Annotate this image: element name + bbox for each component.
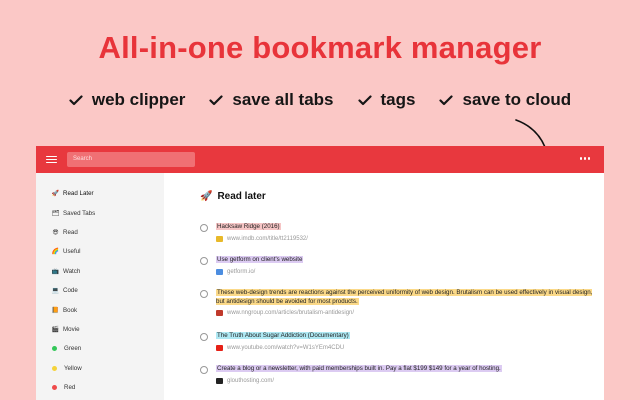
bookmark-url: glouthosting.com/ <box>227 377 275 384</box>
sidebar-item-label: Saved Tabs <box>63 209 96 217</box>
color-dot-icon <box>52 385 57 391</box>
search-input[interactable]: Search <box>67 152 195 167</box>
sidebar-item-label: Read Later <box>63 190 94 198</box>
bookmark-title[interactable]: The Truth About Sugar Addiction (Documen… <box>216 332 350 339</box>
sidebar-item-saved-tabs[interactable]: 🗂 Saved Tabs <box>36 203 164 222</box>
feature-label: tags <box>380 90 416 109</box>
app-window: Search 🚀 Read Later 🗂 Saved Tabs 😎 Read 🌈 Usefu… <box>36 146 604 400</box>
sidebar-item-movie[interactable]: 🎬 Movie <box>36 320 164 339</box>
favicon-icon <box>216 235 223 242</box>
sidebar-item-red[interactable]: Red <box>36 378 164 397</box>
color-dot-icon <box>52 365 57 371</box>
bookmark-item[interactable]: The Truth About Sugar Addiction (Documen… <box>200 332 595 351</box>
collection-icon: 🌈 <box>51 249 60 256</box>
collection-icon: 📺 <box>51 268 60 275</box>
collection-icon: 🚀 <box>51 191 60 198</box>
rocket-icon: 🚀 <box>200 191 213 202</box>
feature-item: web clipper <box>69 90 186 110</box>
checkmark-icon <box>357 94 372 105</box>
collection-icon: 🎬 <box>51 326 60 333</box>
collection-icon: 🗂 <box>51 210 60 217</box>
bookmark-title[interactable]: Hacksaw Ridge (2016) <box>216 223 281 230</box>
sidebar: 🚀 Read Later 🗂 Saved Tabs 😎 Read 🌈 Useful 📺 Watch… <box>36 173 164 400</box>
page-title: 🚀 Read later <box>200 191 266 202</box>
favicon-icon <box>216 268 223 275</box>
bookmark-title[interactable]: Create a blog or a newsletter, with paid… <box>216 365 502 372</box>
sidebar-item-label: Movie <box>63 325 80 333</box>
feature-item: tags <box>357 90 416 110</box>
sidebar-item-label: Code <box>63 287 78 295</box>
sidebar-item-green[interactable]: Green <box>36 339 164 358</box>
sidebar-item-code[interactable]: 💻 Code <box>36 281 164 300</box>
bookmark-title[interactable]: Use getform on client's website <box>216 256 304 263</box>
color-dot-icon <box>52 346 57 352</box>
feature-list: web clipper save all tabs tags save to clou… <box>0 90 640 110</box>
collection-icon: 📙 <box>51 307 60 314</box>
sidebar-item-label: Red <box>64 384 76 392</box>
bookmark-item[interactable]: These web-design trends are reactions ag… <box>200 289 595 316</box>
select-checkbox[interactable] <box>200 224 208 232</box>
checkmark-icon <box>439 94 454 105</box>
sidebar-item-label: Useful <box>63 248 81 256</box>
favicon-icon <box>216 377 223 384</box>
checkmark-icon <box>209 94 223 105</box>
menu-icon[interactable] <box>46 155 57 164</box>
sidebar-item-label: Green <box>64 345 82 353</box>
sidebar-item-read-later[interactable]: 🚀 Read Later <box>36 184 164 203</box>
bookmark-item[interactable]: Create a blog or a newsletter, with paid… <box>200 365 595 384</box>
select-checkbox[interactable] <box>200 290 208 298</box>
select-checkbox[interactable] <box>200 333 208 341</box>
feature-item: save all tabs <box>209 90 334 110</box>
feature-label: web clipper <box>91 90 186 109</box>
main-content: 🚀 Read later Hacksaw Ridge (2016) www.imd… <box>164 173 604 400</box>
more-icon[interactable] <box>579 157 590 160</box>
bookmark-url: getform.io/ <box>227 268 256 275</box>
sidebar-item-book[interactable]: 📙 Book <box>36 300 164 319</box>
sidebar-item-label: Book <box>63 306 78 314</box>
bookmark-url: www.imdb.com/title/tt2119532/ <box>227 235 308 242</box>
bookmark-item[interactable]: Use getform on client's website getform.i… <box>200 256 595 275</box>
feature-label: save to cloud <box>462 90 572 109</box>
sidebar-item-useful[interactable]: 🌈 Useful <box>36 242 164 261</box>
bookmark-url: www.nngroup.com/articles/brutalism-antid… <box>227 310 355 316</box>
feature-item: save to cloud <box>439 90 571 110</box>
favicon-icon <box>216 344 223 351</box>
sidebar-item-watch[interactable]: 📺 Watch <box>36 262 164 281</box>
sidebar-item-label: Watch <box>63 267 81 275</box>
page-title-text: Read later <box>217 191 266 202</box>
bookmark-url: www.youtube.com/watch?v=W1sYEm4CDU <box>227 344 345 351</box>
collection-icon: 😎 <box>52 229 59 236</box>
select-checkbox[interactable] <box>200 366 208 374</box>
select-checkbox[interactable] <box>200 257 208 265</box>
sidebar-item-yellow[interactable]: Yellow <box>36 359 164 378</box>
sidebar-item-label: Yellow <box>64 364 82 372</box>
top-bar: Search <box>36 146 604 173</box>
sidebar-item-read[interactable]: 😎 Read <box>36 223 164 242</box>
checkmark-icon <box>69 94 83 105</box>
bookmark-item[interactable]: Hacksaw Ridge (2016) www.imdb.com/title/t… <box>200 223 595 242</box>
collection-icon: 💻 <box>51 288 60 295</box>
sidebar-item-label: Read <box>63 228 78 236</box>
feature-label: save all tabs <box>232 90 334 109</box>
favicon-icon <box>216 310 223 316</box>
headline: All-in-one bookmark manager <box>98 30 542 65</box>
bookmark-title[interactable]: These web-design trends are reactions ag… <box>216 289 593 305</box>
